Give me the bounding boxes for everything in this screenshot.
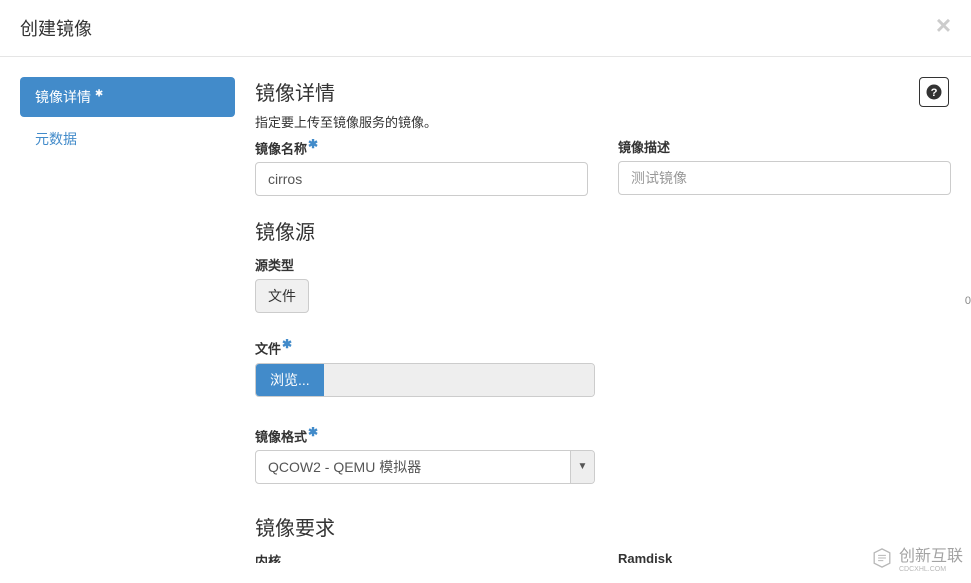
required-asterisk-icon: ✱ xyxy=(282,337,292,351)
required-asterisk-icon: ✱ xyxy=(308,137,318,151)
form-group-kernel: 内核 选择一个镜像 ▼ xyxy=(255,551,588,563)
help-icon: ? xyxy=(925,83,943,101)
nav-item-label: 镜像详情 xyxy=(35,89,91,105)
source-type-button[interactable]: 文件 xyxy=(255,279,309,313)
help-button[interactable]: ? xyxy=(919,77,949,107)
image-name-label: 镜像名称✱ xyxy=(255,137,588,157)
section-subtitle: 指定要上传至镜像服务的镜像。 xyxy=(255,112,951,131)
form-group-name: 镜像名称✱ xyxy=(255,137,588,196)
image-desc-label: 镜像描述 xyxy=(618,137,951,156)
file-label: 文件✱ xyxy=(255,337,951,357)
nav-item-label: 元数据 xyxy=(35,131,77,147)
watermark: 创新互联 CDCXHL.COM xyxy=(869,542,963,573)
form-group-desc: 镜像描述 xyxy=(618,137,951,196)
section-title-requirements: 镜像要求 xyxy=(255,512,951,541)
file-path-display xyxy=(324,364,594,396)
browse-button[interactable]: 浏览... xyxy=(256,364,324,396)
modal-body: 镜像详情 ✱ 元数据 ? 镜像详情 指定要上传至镜像服务的镜像。 镜像名称✱ 镜… xyxy=(0,57,971,583)
section-title-source: 镜像源 xyxy=(255,216,951,245)
watermark-text: 创新互联 xyxy=(899,548,963,565)
file-upload: 浏览... xyxy=(255,363,595,397)
format-select-wrapper: QCOW2 - QEMU 模拟器 ▼ xyxy=(255,450,595,484)
modal-title: 创建镜像 xyxy=(20,15,951,41)
form-row-kernel-ramdisk: 内核 选择一个镜像 ▼ Ramdisk xyxy=(255,551,951,563)
image-format-select[interactable]: QCOW2 - QEMU 模拟器 xyxy=(255,450,595,484)
image-desc-input[interactable] xyxy=(618,161,951,195)
svg-text:?: ? xyxy=(931,87,938,99)
form-row-name-desc: 镜像名称✱ 镜像描述 xyxy=(255,137,951,196)
watermark-subtext: CDCXHL.COM xyxy=(899,566,963,573)
nav-item-image-details[interactable]: 镜像详情 ✱ xyxy=(20,77,235,117)
close-button[interactable]: × xyxy=(936,12,951,38)
required-asterisk-icon: ✱ xyxy=(95,88,103,99)
image-name-input[interactable] xyxy=(255,162,588,196)
section-title-details: 镜像详情 xyxy=(255,77,951,106)
main-content: ? 镜像详情 指定要上传至镜像服务的镜像。 镜像名称✱ 镜像描述 镜像源 源类型… xyxy=(235,77,951,563)
sidebar: 镜像详情 ✱ 元数据 xyxy=(20,77,235,563)
source-type-label: 源类型 xyxy=(255,255,951,274)
image-format-label: 镜像格式✱ xyxy=(255,425,951,445)
side-marker: 0 xyxy=(965,295,971,307)
nav-item-metadata[interactable]: 元数据 xyxy=(20,119,235,159)
modal-header: 创建镜像 × xyxy=(0,0,971,57)
watermark-logo-icon xyxy=(869,545,895,571)
required-asterisk-icon: ✱ xyxy=(308,425,318,439)
kernel-label: 内核 xyxy=(255,551,588,563)
